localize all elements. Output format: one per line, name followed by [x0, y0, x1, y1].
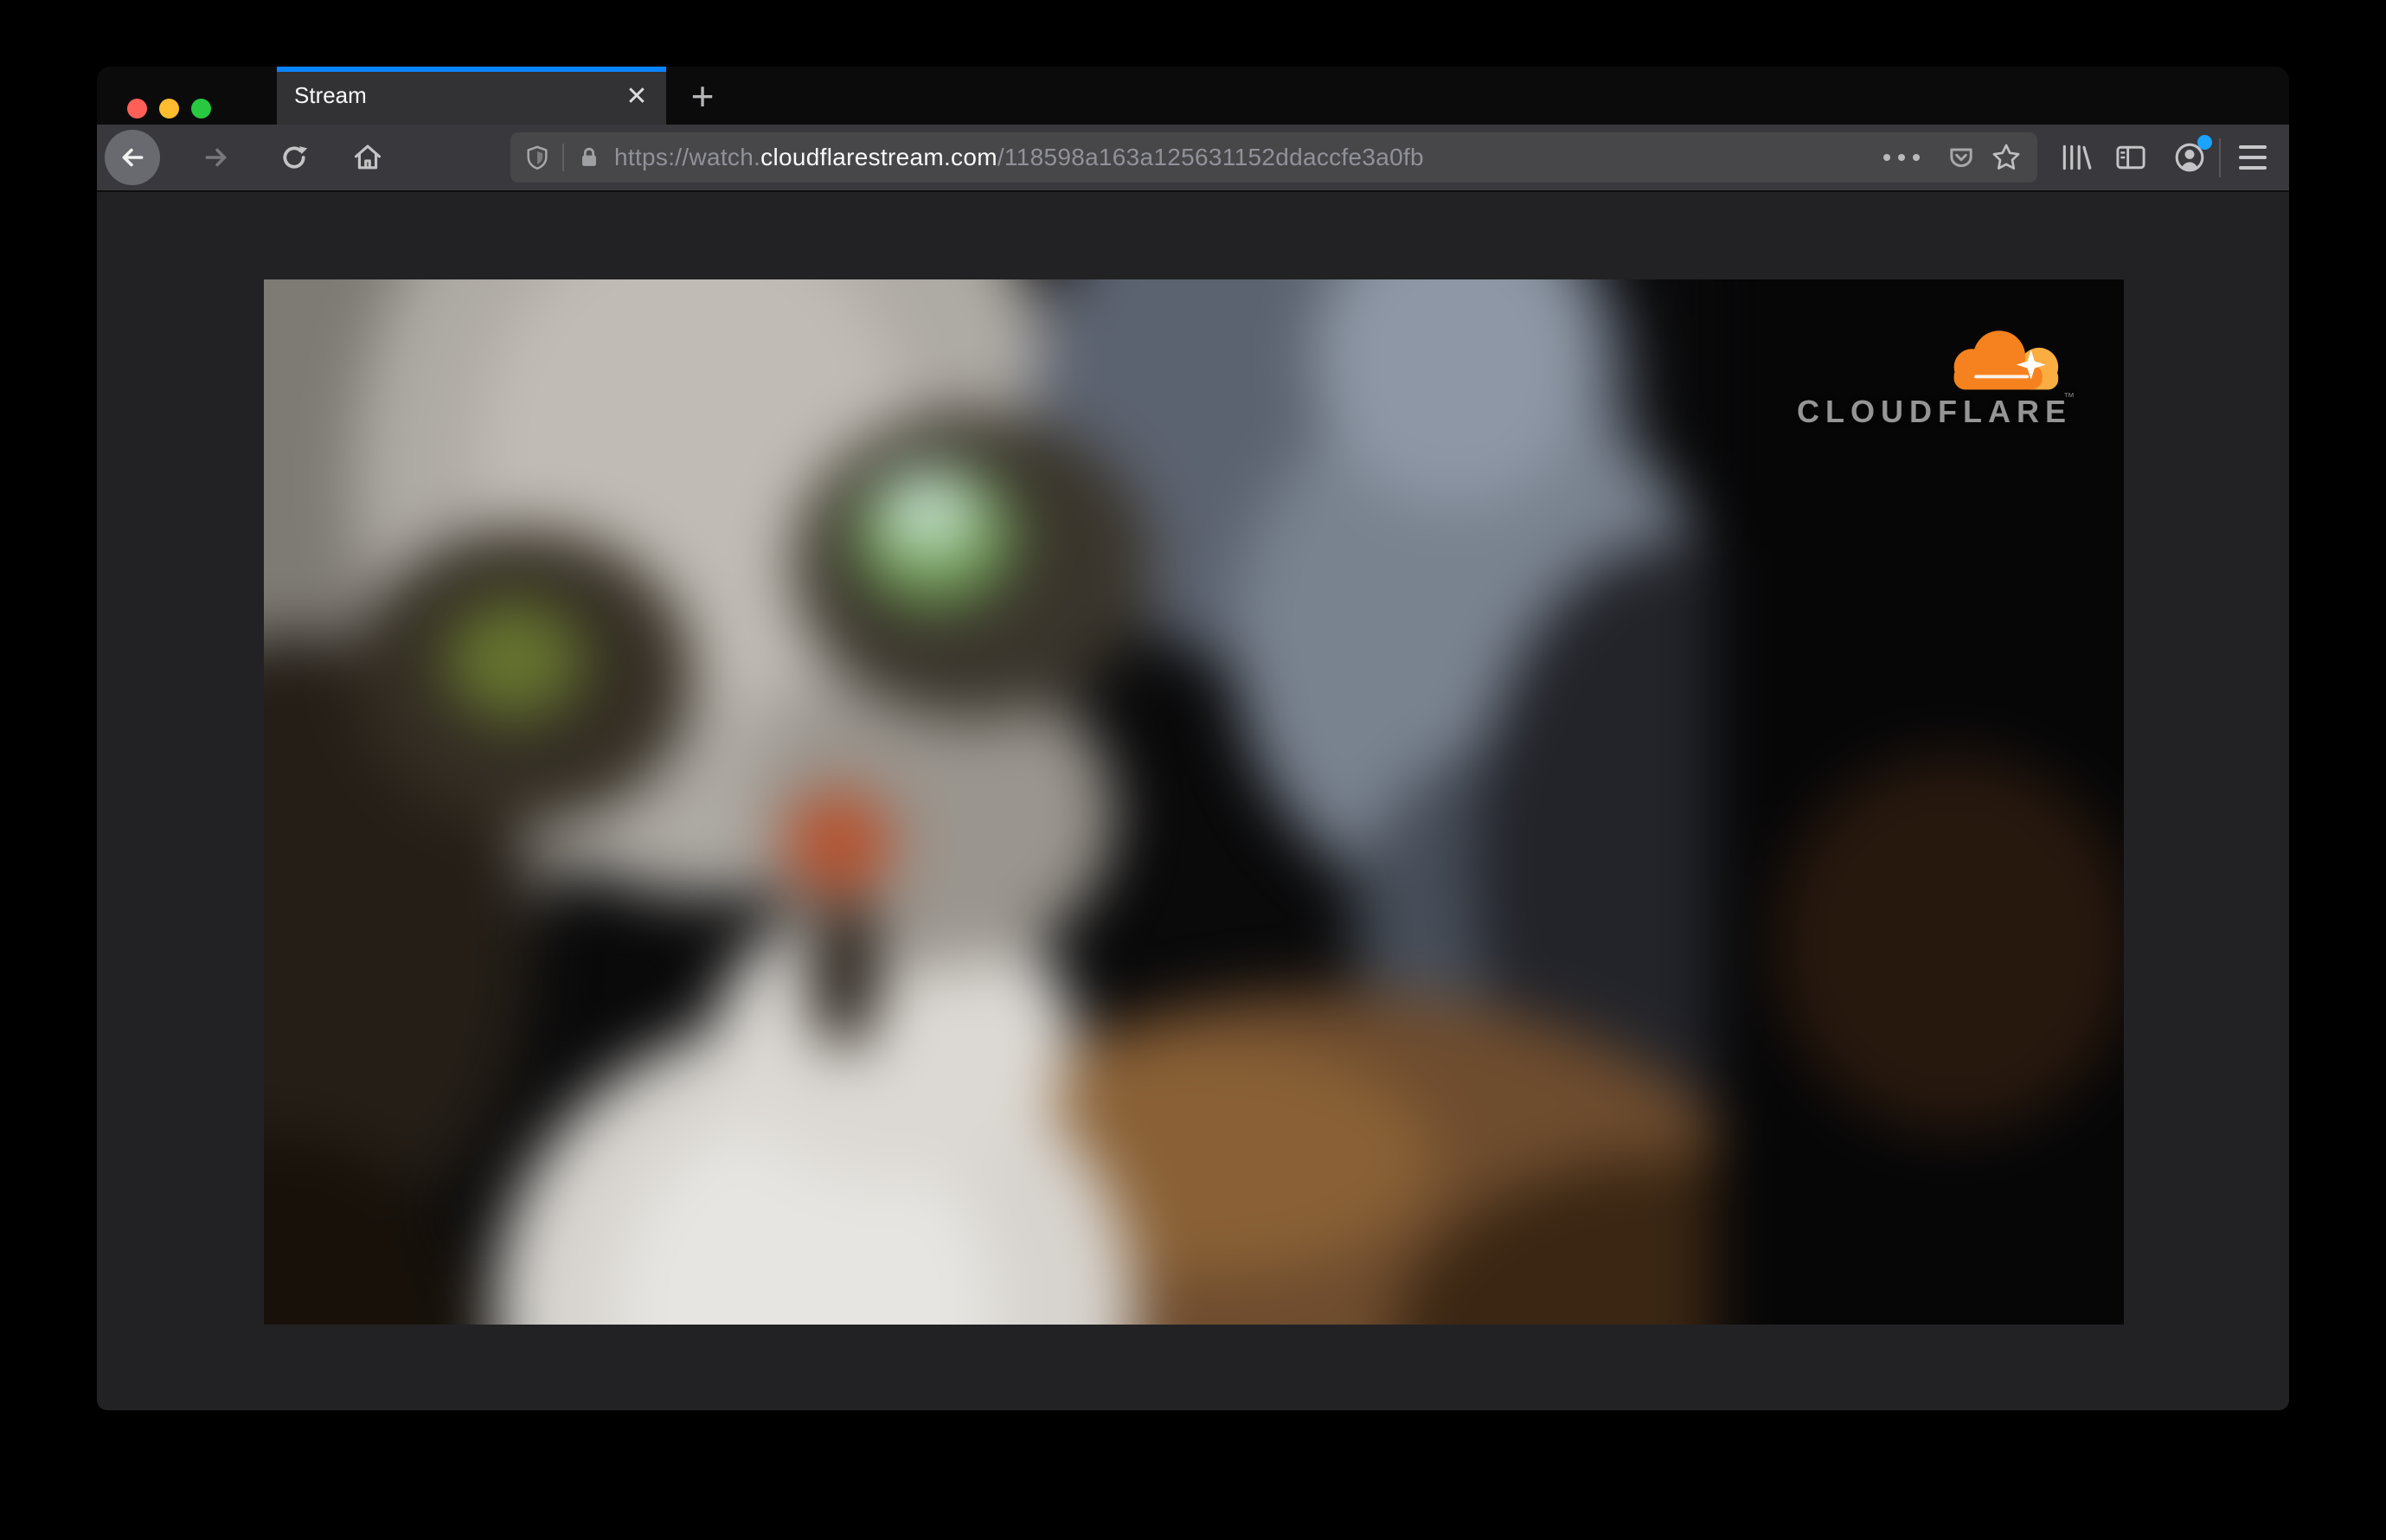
cloudflare-trademark: ™ [2063, 390, 2081, 403]
browser-window: Stream ✕ + https://watch.cloudflarestrea… [97, 67, 2289, 1410]
active-tab-indicator [277, 67, 666, 72]
sidebar-toggle-button[interactable] [2107, 133, 2155, 182]
video-blob [784, 790, 895, 897]
hamburger-icon [2239, 145, 2267, 170]
new-tab-button[interactable]: + [682, 74, 723, 119]
zoom-window-button[interactable] [191, 99, 211, 119]
cloudflare-cloud-icon [1953, 330, 2059, 390]
home-button[interactable] [343, 133, 392, 182]
pocket-glyph [1950, 148, 1972, 167]
url-scheme: https://watch. [614, 144, 761, 170]
video-player[interactable]: CLOUDFLARE ™ [264, 279, 2124, 1325]
back-button[interactable] [105, 130, 160, 185]
url-text[interactable]: https://watch.cloudflarestream.com/11859… [614, 144, 1424, 171]
account-button[interactable] [2165, 133, 2214, 182]
video-blob [1773, 754, 2124, 1134]
video-blob [878, 470, 978, 554]
reload-icon [283, 146, 308, 169]
video-blur-art [264, 279, 2124, 1325]
cloudflare-watermark: CLOUDFLARE ™ [1797, 326, 2075, 430]
url-path: /118598a163a125631152ddaccfe3a0fb [997, 144, 1424, 170]
library-icon [2062, 144, 2092, 170]
tab-stream[interactable]: Stream ✕ [277, 67, 666, 125]
url-domain: cloudflarestream.com [760, 144, 997, 170]
sidebar-icon [2116, 145, 2145, 170]
bookmark-star-icon[interactable] [1987, 138, 2025, 176]
video-blob [810, 896, 881, 1051]
pocket-icon[interactable] [1942, 138, 1980, 176]
page-actions-icon[interactable] [1883, 154, 1920, 161]
toolbar-divider [2219, 138, 2221, 177]
account-notification-dot [2197, 135, 2212, 150]
page-content: CLOUDFLARE ™ [97, 192, 2289, 1408]
minimize-window-button[interactable] [159, 99, 179, 119]
library-button[interactable] [2052, 133, 2101, 182]
url-bar[interactable]: https://watch.cloudflarestream.com/11859… [510, 132, 2037, 183]
star-glyph [1992, 144, 2020, 170]
window-controls [127, 99, 211, 119]
navigation-toolbar: https://watch.cloudflarestream.com/11859… [97, 125, 2289, 192]
video-blob [444, 600, 585, 720]
cloudflare-wordmark: CLOUDFLARE ™ [1797, 390, 2075, 430]
tab-title: Stream [294, 82, 367, 108]
forward-arrow-icon [205, 148, 227, 167]
menu-button[interactable] [2229, 133, 2277, 182]
tab-close-icon[interactable]: ✕ [619, 79, 654, 113]
titlebar: Stream ✕ + [97, 67, 2289, 125]
reload-button[interactable] [270, 133, 318, 182]
back-arrow-icon [122, 148, 144, 167]
urlbar-divider [562, 144, 564, 171]
tracking-protection-shield-icon[interactable] [524, 144, 550, 170]
cloudflare-wordmark-text: CLOUDFLARE [1797, 394, 2072, 429]
forward-button[interactable] [192, 133, 241, 182]
lock-icon[interactable] [576, 144, 602, 170]
close-window-button[interactable] [127, 99, 147, 119]
home-icon [354, 144, 382, 170]
